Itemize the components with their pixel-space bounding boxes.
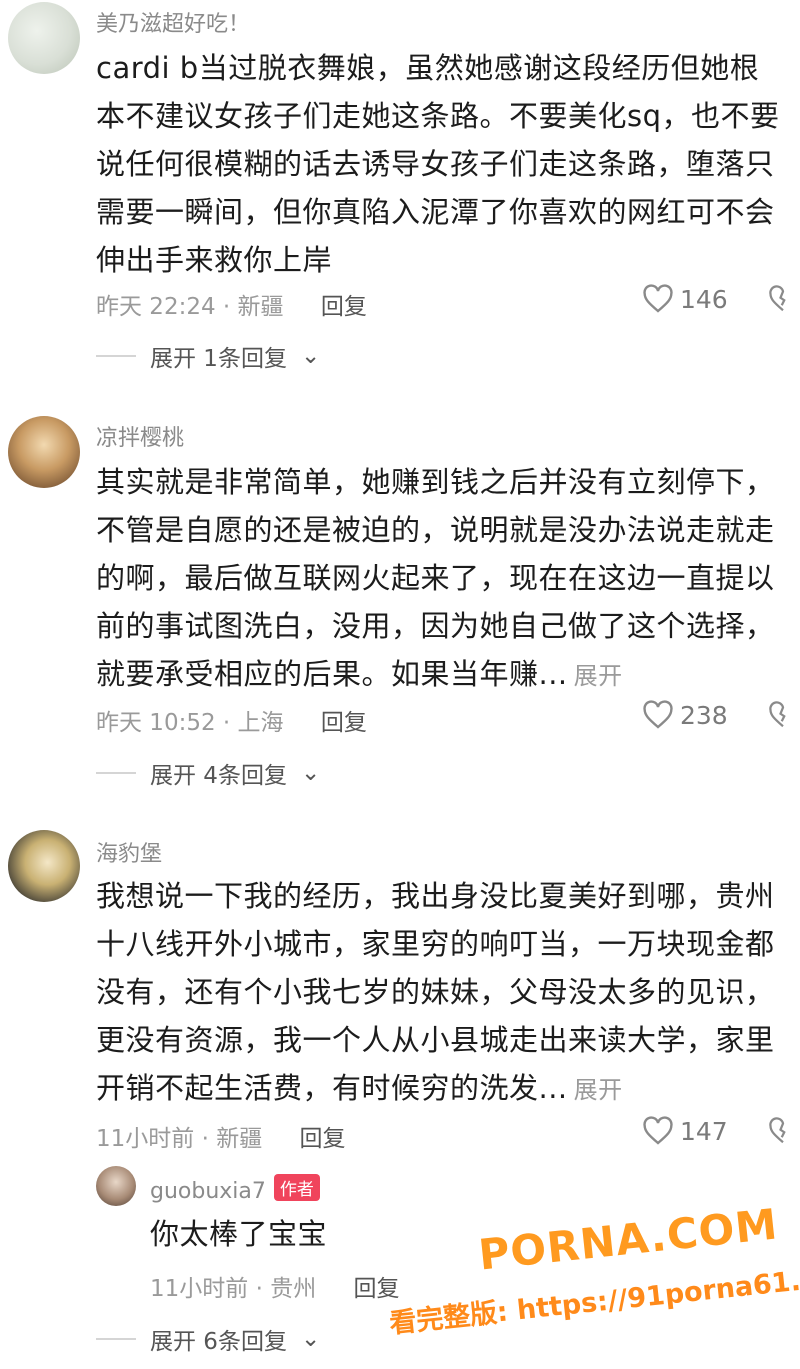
comment-text-content: 我想说一下我的经历，我出身没比夏美好到哪，贵州十八线开外小城市，家里穷的响叮当，… — [96, 879, 775, 1105]
expand-replies-label: 展开 1条回复 — [150, 346, 287, 372]
comment-time: 11小时前 · 新疆 — [96, 1126, 263, 1152]
comment-meta: 昨天 10:52 · 上海 回复 — [96, 703, 367, 737]
avatar[interactable] — [8, 830, 80, 902]
chevron-down-icon: ⌄ — [300, 343, 321, 369]
like-count: 147 — [680, 1116, 728, 1146]
username[interactable]: 美乃滋超好吃！ — [96, 6, 250, 38]
reply-time: 11小时前 · 贵州 — [150, 1276, 317, 1302]
watermark: PORNA.COM 看完整版: https://91porna61.com — [388, 1199, 800, 1350]
broken-heart-icon — [769, 285, 786, 312]
reply-button[interactable]: 回复 — [321, 710, 367, 736]
reply-username[interactable]: guobuxia7 — [150, 1179, 266, 1204]
divider — [96, 772, 136, 774]
like-count: 146 — [680, 284, 728, 314]
reply-avatar[interactable] — [96, 1166, 136, 1206]
comment-text: 我想说一下我的经历，我出身没比夏美好到哪，贵州十八线开外小城市，家里穷的响叮当，… — [96, 872, 786, 1114]
reply-text-content: 你太棒了宝宝 — [150, 1217, 328, 1251]
comment-text: cardi b当过脱衣舞娘，虽然她感谢这段经历但她根本不建议女孩子们走她这条路。… — [96, 44, 786, 284]
expand-replies-label: 展开 4条回复 — [150, 763, 287, 789]
like-button[interactable]: 147 — [642, 1116, 728, 1146]
avatar[interactable] — [8, 2, 80, 74]
reply-button[interactable]: 回复 — [321, 294, 367, 320]
expand-text-link[interactable]: 展开 — [574, 662, 623, 690]
expand-replies-button[interactable]: 展开 6条回复 ⌄ — [96, 1322, 320, 1356]
broken-heart-icon — [769, 1117, 786, 1144]
expand-replies-button[interactable]: 展开 1条回复 ⌄ — [96, 339, 320, 373]
expand-text-link[interactable]: 展开 — [574, 1076, 623, 1104]
heart-icon — [643, 284, 673, 313]
heart-icon — [643, 700, 673, 729]
comment-text-content: 其实就是非常简单，她赚到钱之后并没有立刻停下，不管是自愿的还是被迫的，说明就是没… — [96, 465, 775, 691]
divider — [96, 1338, 136, 1340]
comment-meta: 11小时前 · 新疆 回复 — [96, 1119, 346, 1153]
comment-text-content: cardi b当过脱衣舞娘，虽然她感谢这段经历但她根本不建议女孩子们走她这条路。… — [96, 51, 780, 277]
comment-meta: 昨天 22:24 · 新疆 回复 — [96, 287, 367, 321]
comment-time: 昨天 10:52 · 上海 — [96, 710, 284, 736]
expand-replies-button[interactable]: 展开 4条回复 ⌄ — [96, 756, 320, 790]
dislike-button[interactable] — [768, 1116, 798, 1150]
broken-heart-icon — [769, 701, 786, 728]
reply-button[interactable]: 回复 — [300, 1126, 346, 1152]
reply-meta: 11小时前 · 贵州 回复 — [150, 1269, 400, 1303]
username[interactable]: 海豹堡 — [96, 836, 162, 868]
username[interactable]: 凉拌樱桃 — [96, 420, 184, 452]
expand-replies-label: 展开 6条回复 — [150, 1329, 287, 1355]
comment-time: 昨天 22:24 · 新疆 — [96, 294, 284, 320]
reply-username-row: guobuxia7 作者 — [150, 1174, 320, 1204]
divider — [96, 355, 136, 357]
like-count: 238 — [680, 700, 728, 730]
chevron-down-icon: ⌄ — [300, 1326, 321, 1352]
chevron-down-icon: ⌄ — [300, 760, 321, 786]
dislike-button[interactable] — [768, 700, 798, 734]
like-button[interactable]: 238 — [642, 700, 728, 730]
dislike-button[interactable] — [768, 284, 798, 318]
comment-text: 其实就是非常简单，她赚到钱之后并没有立刻停下，不管是自愿的还是被迫的，说明就是没… — [96, 458, 786, 700]
avatar[interactable] — [8, 416, 80, 488]
heart-icon — [643, 1116, 673, 1145]
author-badge: 作者 — [273, 1174, 320, 1201]
like-button[interactable]: 146 — [642, 284, 728, 314]
